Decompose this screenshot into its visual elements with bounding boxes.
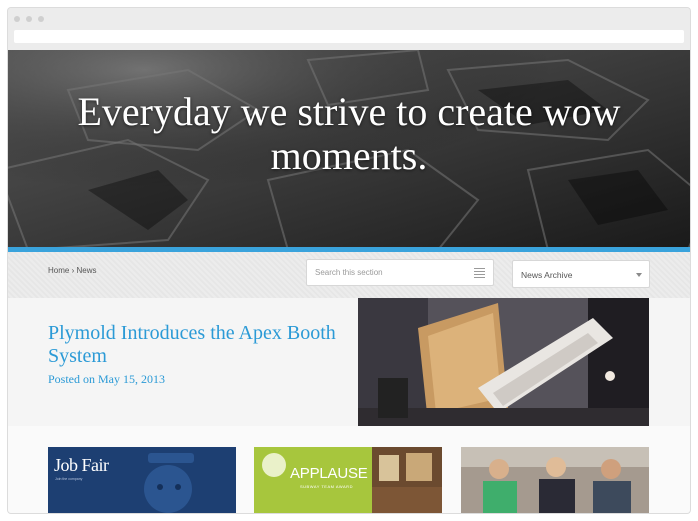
breadcrumb-separator: › xyxy=(71,266,75,275)
featured-news: Plymold Introduces the Apex Booth System… xyxy=(8,298,690,426)
window-dot-icon[interactable] xyxy=(26,16,32,22)
news-card-job-fair[interactable]: Job Fair Join the company xyxy=(48,447,236,513)
window-dot-icon[interactable] xyxy=(38,16,44,22)
hand-icon xyxy=(262,453,286,477)
feature-title-link[interactable]: Plymold Introduces the Apex Booth System xyxy=(48,322,338,368)
browser-chrome xyxy=(8,8,690,50)
breadcrumb-current: News xyxy=(76,266,97,275)
news-archive-dropdown[interactable]: News Archive xyxy=(512,260,650,288)
section-toolbar: Home › News News Archive xyxy=(8,252,690,298)
window-dot-icon[interactable] xyxy=(14,16,20,22)
breadcrumb-home[interactable]: Home xyxy=(48,266,69,275)
job-fair-subtitle: Join the company xyxy=(55,477,83,481)
archive-selected-label: News Archive xyxy=(521,270,573,280)
booth-photo xyxy=(358,298,649,426)
hero-headline: Everyday we strive to create wow moments… xyxy=(77,89,621,178)
feature-date: Posted on May 15, 2013 xyxy=(48,372,165,386)
feature-image[interactable] xyxy=(358,298,649,426)
applause-title: APPLAUSE xyxy=(290,465,368,482)
address-bar[interactable] xyxy=(14,30,684,43)
caret-down-icon xyxy=(636,273,642,277)
section-search[interactable] xyxy=(306,259,494,286)
browser-window: Everyday we strive to create wow moments… xyxy=(8,8,690,513)
breadcrumb: Home › News xyxy=(48,266,97,275)
hero-banner: Everyday we strive to create wow moments… xyxy=(8,50,690,247)
applause-subtitle: SUBWAY TEAM AWARD xyxy=(300,484,353,489)
search-input[interactable] xyxy=(307,260,475,285)
news-cards: Job Fair Join the company APPLAUSE SUBWA… xyxy=(8,426,690,513)
team-photo xyxy=(461,447,649,513)
job-fair-title: Job Fair xyxy=(54,455,109,475)
menu-lines-icon[interactable] xyxy=(474,268,485,278)
news-card-applause[interactable]: APPLAUSE SUBWAY TEAM AWARD xyxy=(254,447,442,513)
news-card-team-photo[interactable] xyxy=(461,447,649,513)
